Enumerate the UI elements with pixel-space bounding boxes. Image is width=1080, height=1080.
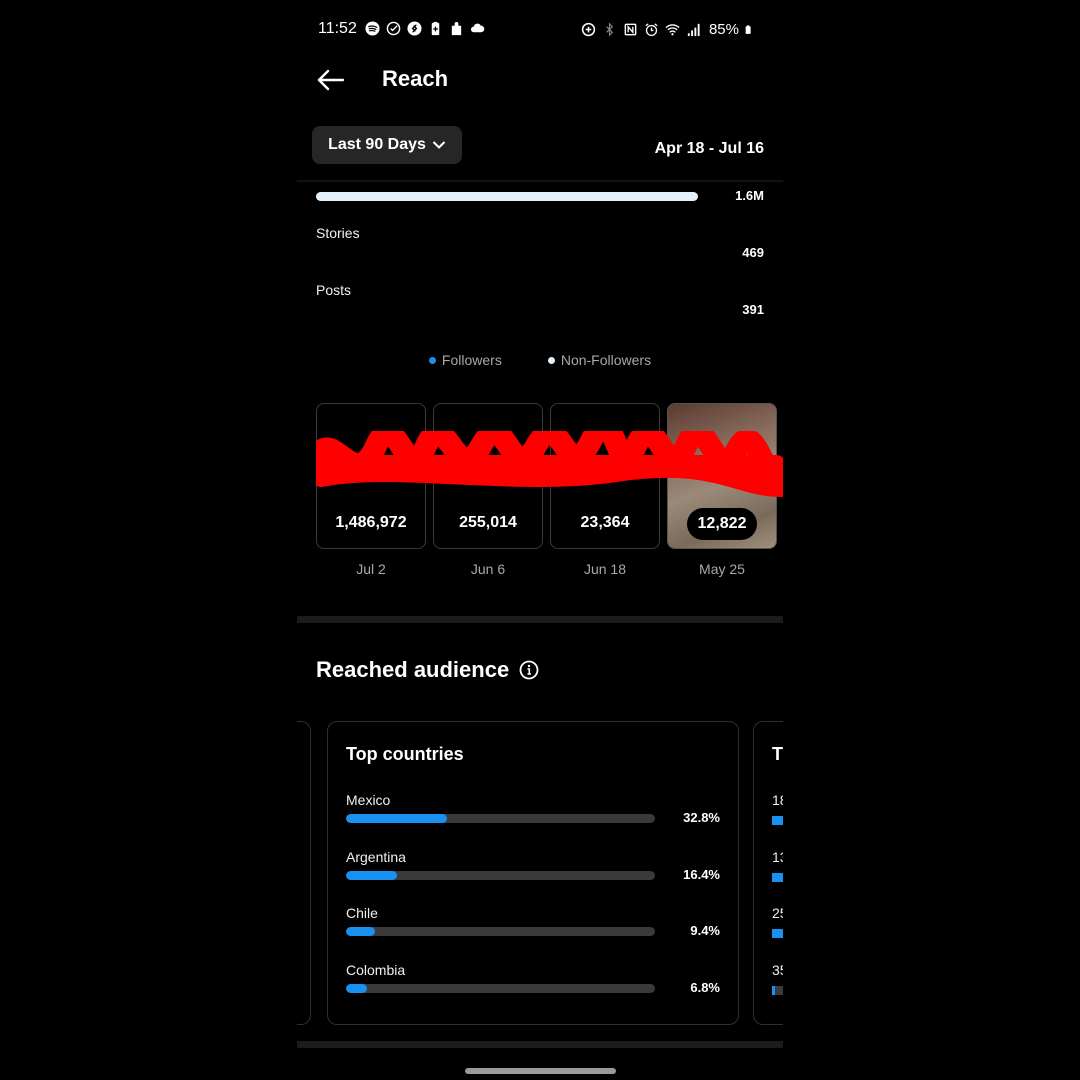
stories-label: Stories: [316, 225, 360, 241]
nfc-icon: [624, 23, 637, 36]
info-icon[interactable]: [519, 660, 539, 680]
shazam-icon: [407, 21, 422, 36]
divider: [297, 180, 783, 182]
check-circle-icon: [386, 21, 401, 36]
phone-screen: 11:52 85% Reach Last 90 Days Apr 18 - Ju…: [297, 0, 783, 1080]
country-row: Chile 9.4%: [346, 905, 726, 938]
bluetooth-icon: [606, 22, 614, 37]
peek-bar: [772, 873, 783, 882]
data-saver-icon: [581, 22, 596, 37]
spotify-icon: [365, 21, 380, 36]
content-date: Jun 18: [583, 561, 627, 577]
chevron-down-icon: [432, 141, 446, 149]
country-row: Mexico 32.8%: [346, 792, 726, 825]
non-followers-dot-icon: [547, 356, 555, 364]
country-bar-track: [346, 814, 655, 823]
country-name: Chile: [346, 905, 378, 921]
country-name: Mexico: [346, 792, 391, 808]
content-date: Jul 2: [356, 561, 386, 577]
card-title: Top countries: [346, 744, 464, 764]
home-indicator[interactable]: [465, 1068, 616, 1074]
posts-value: 391: [742, 302, 764, 317]
country-bar-fill: [346, 814, 448, 823]
battery-percent: 85%: [708, 21, 739, 38]
peek-label: 13: [772, 849, 783, 865]
page-title: Reach: [382, 66, 449, 91]
content-reach: 23,364: [580, 514, 630, 531]
peek-bar: [772, 929, 783, 938]
country-percent: 9.4%: [690, 923, 720, 938]
battery-saver-icon: [431, 21, 440, 36]
top-content-list: 1,486,972 255,014 23,364 12,822 Jul 2 Ju…: [316, 403, 783, 583]
country-bar-fill: [346, 871, 397, 880]
battery-icon: [745, 25, 751, 34]
status-bar: 11:52 85%: [297, 18, 783, 42]
content-reach: 1,486,972: [335, 514, 407, 531]
signal-icon: [687, 23, 700, 37]
date-range-label: Last 90 Days: [328, 136, 426, 153]
country-bar-track: [346, 871, 655, 880]
legend-label: Followers: [441, 352, 502, 368]
alarm-icon: [645, 23, 658, 37]
peek-bar: [772, 986, 783, 995]
redaction-scribble: [316, 431, 783, 497]
content-reach: 12,822: [687, 508, 757, 540]
followers-dot-icon: [428, 356, 436, 364]
legend-followers: Followers: [428, 352, 502, 368]
peek-label: 35: [772, 962, 783, 978]
country-percent: 16.4%: [683, 867, 720, 882]
total-reach-bar: [316, 192, 698, 201]
back-arrow-icon[interactable]: [315, 66, 347, 94]
country-row: Colombia 6.8%: [346, 962, 726, 995]
peek-label: 25: [772, 905, 783, 921]
reached-audience-heading: Reached audience: [316, 657, 539, 683]
legend-label: Non-Followers: [560, 352, 652, 368]
country-percent: 6.8%: [690, 980, 720, 995]
peek-bar: [772, 816, 783, 825]
country-bar-fill: [346, 927, 376, 936]
country-bar-track: [346, 927, 655, 936]
total-reach-value: 1.6M: [735, 188, 764, 203]
puzzle-icon: [451, 21, 462, 36]
country-name: Argentina: [346, 849, 406, 865]
next-audience-card[interactable]: T 18 13 25 35: [753, 721, 783, 1025]
legend: Followers Non-Followers: [297, 352, 783, 368]
country-bar-fill: [346, 984, 367, 993]
stories-value: 469: [742, 245, 764, 260]
date-range-dropdown[interactable]: Last 90 Days: [312, 126, 462, 164]
content-date: May 25: [699, 561, 745, 577]
country-name: Colombia: [346, 962, 406, 978]
top-countries-card: Top countries Mexico 32.8% Argentina 16.…: [327, 721, 739, 1025]
posts-label: Posts: [316, 282, 352, 298]
peek-label: 18: [772, 792, 783, 808]
date-range-text: Apr 18 - Jul 16: [654, 140, 764, 157]
country-percent: 32.8%: [683, 810, 720, 825]
content-date: Jun 6: [470, 561, 506, 577]
country-row: Argentina 16.4%: [346, 849, 726, 882]
section-divider: [297, 1041, 783, 1048]
section-title: Reached audience: [316, 657, 510, 682]
status-time: 11:52: [318, 20, 357, 37]
section-divider: [297, 616, 783, 623]
wifi-icon: [665, 24, 680, 36]
country-bar-track: [346, 984, 655, 993]
previous-audience-card[interactable]: [297, 721, 311, 1025]
card-title: T: [772, 744, 783, 764]
content-reach: 255,014: [459, 514, 517, 531]
legend-non-followers: Non-Followers: [547, 352, 652, 368]
cloud-icon: [470, 23, 485, 33]
